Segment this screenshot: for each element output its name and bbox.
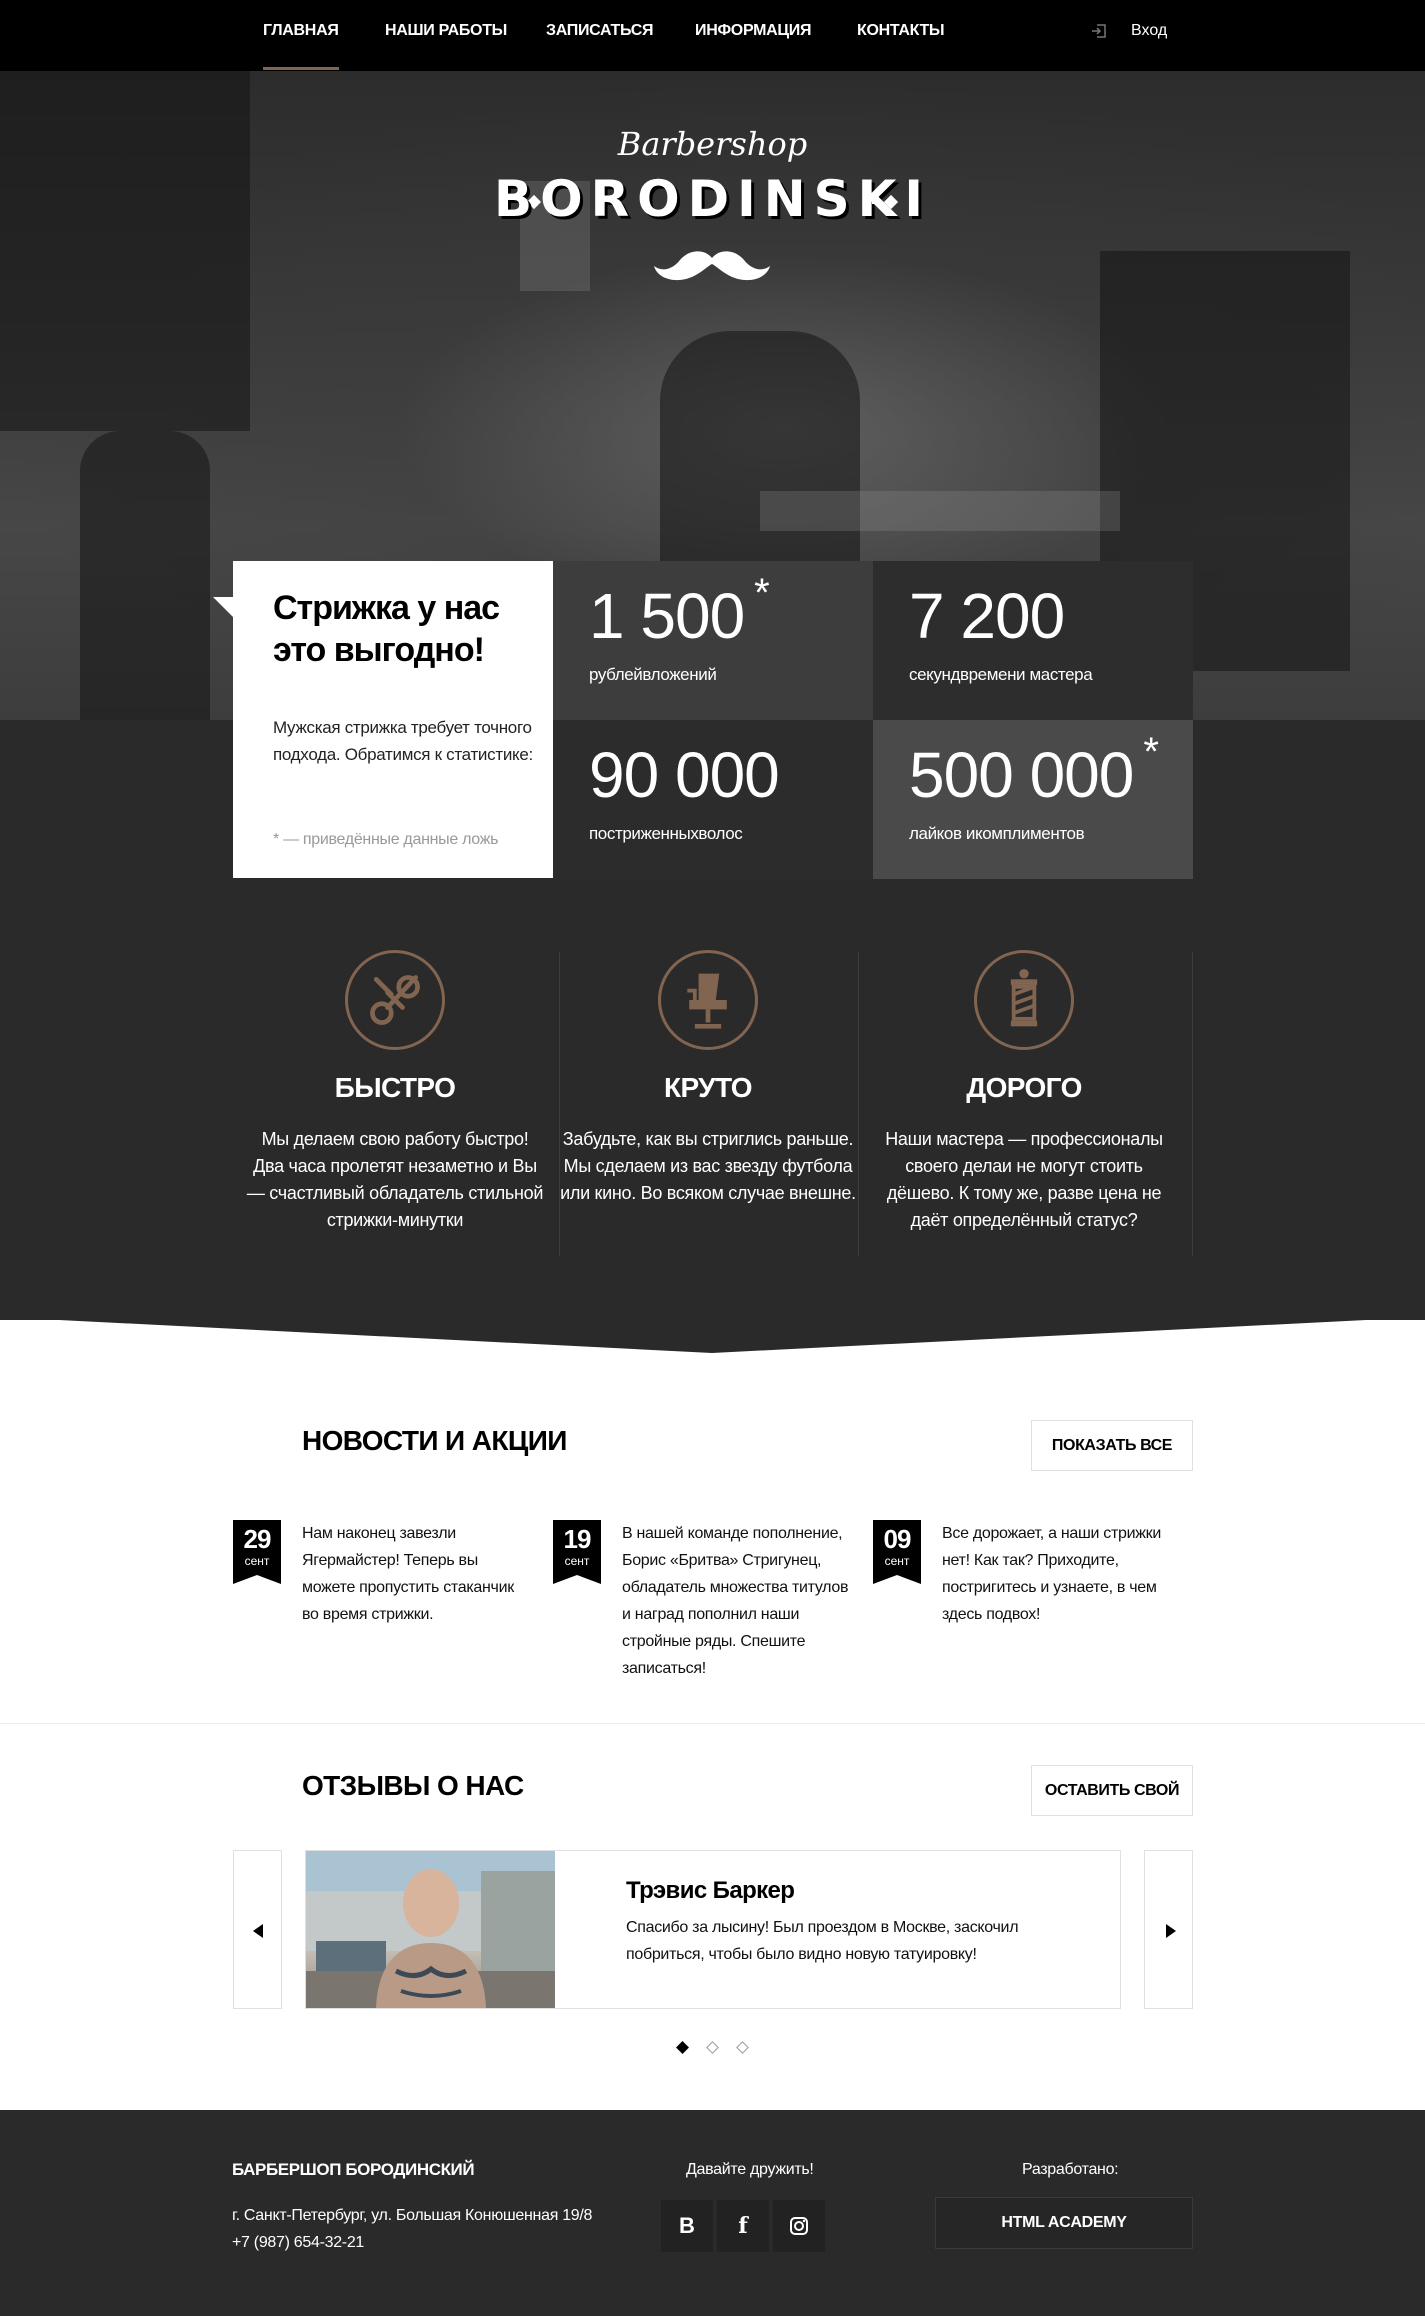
feature-divider [1192,952,1193,1256]
news-text: Нам наконец завезли Ягермайстер! Теперь … [302,1525,514,1623]
stat-label: рублейвложений [589,665,717,684]
login-arrow-icon [1092,24,1106,38]
stat-value: 1 500 [589,580,745,652]
stat-cell: 7 200 секундвремени мастера [873,561,1193,720]
stat-value: 500 000 [909,739,1134,811]
feature-divider [858,952,859,1256]
login-link[interactable]: Вход [1091,22,1167,40]
nav-item-works[interactable]: НАШИ РАБОТЫ [385,22,507,40]
stat-cell: 90 000 постриженныхволос [553,720,873,879]
stat-star: * [754,571,770,615]
slider-prev-button[interactable] [233,1850,282,2009]
feature-text: Наши мастера — профессионалы своего дела… [885,1129,1163,1230]
news-date-badge: 19 сент [553,1520,601,1584]
news-text: В нашей команде пополнение, Борис «Бритв… [622,1525,849,1677]
news-text: Все дорожает, а наши стрижки нет! Как та… [942,1525,1161,1623]
footer-address-block: г. Санкт-Петербург, ул. Большая Конюшенн… [232,2202,592,2256]
news-day: 29 [243,1524,272,1554]
review-photo [306,1851,555,2008]
top-navigation: ГЛАВНАЯ НАШИ РАБОТЫ ЗАПИСАТЬСЯ ИНФОРМАЦИ… [0,0,1425,71]
stat-cell: 1 500 * рублейвложений [553,561,873,720]
stat-label: лайков икомплиментов [909,824,1085,843]
news-month: сент [884,1554,910,1568]
barber-pole-icon [974,950,1074,1050]
stat-value: 90 000 [589,739,780,811]
show-all-button[interactable]: ПОКАЗАТЬ ВСЕ [1031,1420,1193,1471]
feature-title: БЫСТРО [334,1072,456,1103]
footer-phone[interactable]: +7 (987) 654-32-21 [232,2229,592,2256]
news-month: сент [244,1554,270,1568]
hero-counter-shape [760,491,1120,531]
footer-company-title: БАРБЕРШОП БОРОДИНСКИЙ [232,2160,475,2179]
news-month: сент [564,1554,590,1568]
hero-chair-shape [660,331,860,591]
logo-script-text: Barbershop [617,125,808,163]
stats-title: Стрижка у нас это выгодно! [273,589,500,669]
scissors-icon [345,950,445,1050]
feature-title: КРУТО [663,1072,753,1103]
reviewer-name: Трэвис Баркер [626,1877,795,1904]
feature-title: ДОРОГО [966,1072,1082,1103]
leave-review-button[interactable]: ОСТАВИТЬ СВОЙ [1031,1765,1193,1816]
feature-text: Забудьте, как вы стриглись раньше. Мы сд… [560,1129,856,1203]
news-day: 19 [563,1524,592,1554]
instagram-icon[interactable] [773,2200,825,2252]
slider-dot[interactable] [706,2041,719,2054]
reviewer-photo-art [306,1851,555,2008]
nav-item-main[interactable]: ГЛАВНАЯ [263,22,339,70]
developer-title: Разработано: [1022,2161,1119,2178]
vk-icon[interactable]: B [661,2200,713,2252]
section-chevron [0,1315,1425,1353]
slider-next-button[interactable] [1144,1850,1193,2009]
arrow-left-icon [253,1924,263,1938]
logo-main-text: BORODINSKI [494,170,931,228]
logo-ornament [872,200,876,204]
news-day: 09 [883,1524,912,1554]
footer-address: г. Санкт-Петербург, ул. Большая Конюшенн… [232,2207,593,2224]
instagram-glyph [790,2217,808,2235]
footer: БАРБЕРШОП БОРОДИНСКИЙ г. Санкт-Петербург… [0,2110,1425,2316]
section-divider [0,1723,1425,1724]
social-title: Давайте дружить! [686,2161,814,2178]
mustache-icon [654,251,770,281]
feature-divider [559,952,560,1256]
nav-item-signup[interactable]: ЗАПИСАТЬСЯ [546,22,654,40]
stat-value: 7 200 [909,580,1065,652]
stat-label: постриженныхволос [589,824,743,843]
stat-star: * [1143,730,1159,774]
review-text: Спасибо за лысину! Был проездом в Москве… [626,1919,1019,1963]
stats-text: Мужская стрижка требует точного подхода.… [273,718,533,764]
barber-chair-icon [658,950,758,1050]
news-date-badge: 09 сент [873,1520,921,1584]
arrow-right-icon [1166,1924,1176,1938]
feature-text: Мы делаем свою работу быстро! Два часа п… [246,1129,544,1230]
slider-dot[interactable] [736,2041,749,2054]
reviews-title: ОТЗЫВЫ О НАС [302,1770,524,1801]
stat-label: секундвремени мастера [909,665,1093,684]
stats-intro-card: Стрижка у нас это выгодно! Мужская стриж… [213,561,553,878]
nav-item-contacts[interactable]: КОНТАКТЫ [857,22,945,40]
facebook-icon[interactable]: f [717,2200,769,2252]
stats-note: * — приведённые данные ложь [273,831,499,848]
login-label: Вход [1131,22,1168,39]
nav-item-info[interactable]: ИНФОРМАЦИЯ [695,22,812,40]
news-title: НОВОСТИ И АКЦИИ [302,1425,567,1456]
slider-dot[interactable] [676,2041,689,2054]
review-card: Трэвис Баркер Спасибо за лысину! Был про… [305,1850,1121,2009]
news-date-badge: 29 сент [233,1520,281,1584]
developer-logo[interactable]: HTML ACADEMY [935,2197,1193,2249]
stat-cell: 500 000 * лайков икомплиментов [873,720,1193,879]
hero-chair-shape [80,431,210,720]
